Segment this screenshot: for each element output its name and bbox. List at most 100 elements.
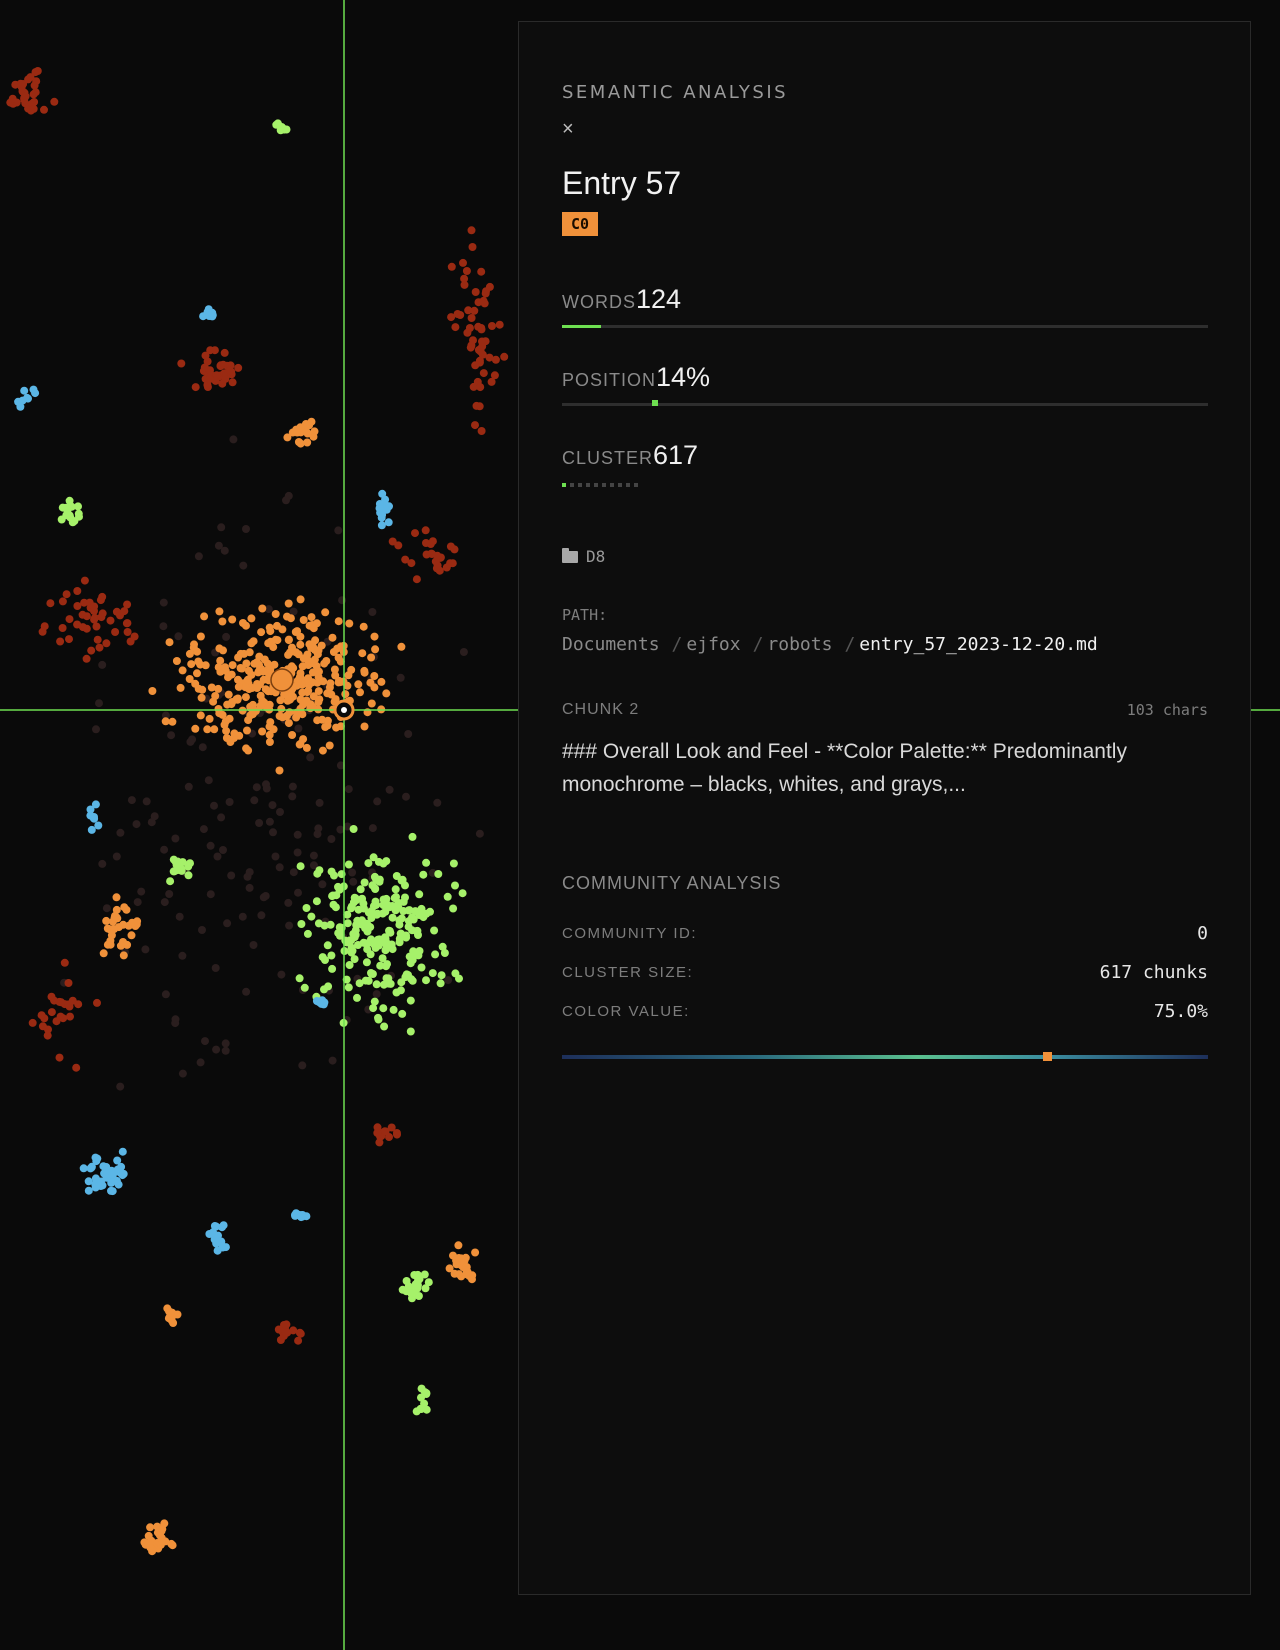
data-point[interactable] (379, 1004, 388, 1013)
data-point[interactable] (478, 342, 487, 351)
data-point[interactable] (47, 1008, 56, 1017)
data-point[interactable] (313, 678, 322, 687)
data-point[interactable] (274, 1325, 283, 1334)
data-point[interactable] (359, 938, 368, 947)
data-point[interactable] (90, 615, 99, 624)
data-point[interactable] (382, 505, 391, 514)
data-point[interactable] (196, 711, 205, 720)
data-point[interactable] (198, 926, 206, 934)
data-point[interactable] (393, 1130, 401, 1139)
data-point[interactable] (161, 990, 170, 999)
data-point[interactable] (347, 904, 356, 913)
data-point[interactable] (228, 378, 237, 387)
data-point[interactable] (284, 599, 293, 608)
data-point[interactable] (360, 668, 369, 677)
data-point[interactable] (243, 675, 252, 684)
data-point[interactable] (500, 352, 509, 361)
data-point[interactable] (304, 674, 313, 683)
data-point[interactable] (475, 829, 484, 838)
data-point[interactable] (445, 1264, 454, 1273)
data-point[interactable] (221, 1039, 230, 1048)
data-point[interactable] (474, 298, 483, 307)
data-point[interactable] (111, 628, 120, 636)
data-point[interactable] (375, 504, 384, 513)
data-point[interactable] (298, 1061, 307, 1070)
data-point[interactable] (265, 730, 274, 739)
data-point[interactable] (249, 941, 258, 949)
data-point[interactable] (302, 743, 311, 752)
data-point[interactable] (311, 636, 320, 645)
data-point[interactable] (146, 1523, 155, 1532)
data-point[interactable] (302, 427, 311, 436)
data-point[interactable] (372, 900, 381, 909)
data-point[interactable] (438, 942, 447, 951)
data-point[interactable] (269, 828, 277, 837)
data-point[interactable] (247, 614, 256, 623)
data-point[interactable] (392, 988, 401, 997)
data-point[interactable] (334, 678, 343, 687)
data-point[interactable] (451, 323, 460, 332)
data-point[interactable] (55, 1053, 64, 1062)
data-point[interactable] (284, 692, 293, 701)
data-point[interactable] (386, 979, 395, 988)
data-point[interactable] (417, 1393, 425, 1402)
data-point[interactable] (249, 637, 258, 646)
data-point[interactable] (481, 289, 490, 298)
data-point[interactable] (213, 852, 222, 861)
data-point[interactable] (295, 974, 304, 983)
data-point[interactable] (426, 907, 434, 916)
data-point[interactable] (275, 766, 284, 775)
data-point[interactable] (372, 980, 381, 989)
data-point[interactable] (461, 1263, 470, 1272)
data-point[interactable] (265, 738, 274, 746)
data-point[interactable] (65, 615, 74, 624)
data-point[interactable] (276, 808, 284, 816)
data-point[interactable] (298, 662, 307, 671)
data-point[interactable] (344, 860, 353, 869)
data-point[interactable] (422, 539, 430, 547)
data-point[interactable] (388, 913, 397, 922)
data-point[interactable] (171, 834, 180, 843)
data-point[interactable] (80, 598, 89, 607)
data-point[interactable] (300, 983, 309, 992)
data-point[interactable] (345, 961, 354, 969)
data-point[interactable] (265, 817, 274, 826)
data-point[interactable] (30, 98, 39, 106)
data-point[interactable] (394, 541, 403, 550)
data-point[interactable] (285, 921, 294, 930)
data-point[interactable] (314, 687, 323, 696)
data-point[interactable] (476, 383, 485, 392)
data-point[interactable] (46, 599, 55, 608)
data-point[interactable] (93, 998, 101, 1007)
data-point[interactable] (74, 502, 82, 511)
data-point[interactable] (406, 996, 415, 1005)
data-point[interactable] (384, 518, 393, 527)
data-point[interactable] (401, 881, 409, 890)
data-point[interactable] (94, 821, 103, 830)
data-point[interactable] (463, 328, 472, 337)
data-point[interactable] (382, 941, 391, 950)
data-point[interactable] (68, 518, 77, 527)
data-point[interactable] (184, 871, 193, 880)
data-point[interactable] (150, 812, 159, 821)
data-point[interactable] (417, 1384, 426, 1393)
data-point[interactable] (296, 439, 305, 448)
data-point[interactable] (293, 830, 302, 839)
data-point[interactable] (471, 361, 480, 370)
folder-row[interactable]: D8 (562, 547, 1208, 566)
data-point[interactable] (98, 859, 107, 868)
data-point[interactable] (205, 375, 214, 383)
data-point[interactable] (212, 1045, 221, 1054)
data-point[interactable] (275, 863, 284, 872)
data-point[interactable] (390, 894, 399, 903)
data-point[interactable] (210, 725, 219, 734)
data-point[interactable] (259, 893, 268, 902)
data-point[interactable] (58, 597, 67, 606)
data-point[interactable] (165, 1307, 173, 1316)
data-point[interactable] (277, 970, 286, 979)
data-point[interactable] (389, 1005, 398, 1014)
data-point[interactable] (419, 870, 428, 879)
data-point[interactable] (451, 969, 460, 978)
data-point[interactable] (283, 433, 292, 442)
data-point[interactable] (214, 684, 223, 693)
